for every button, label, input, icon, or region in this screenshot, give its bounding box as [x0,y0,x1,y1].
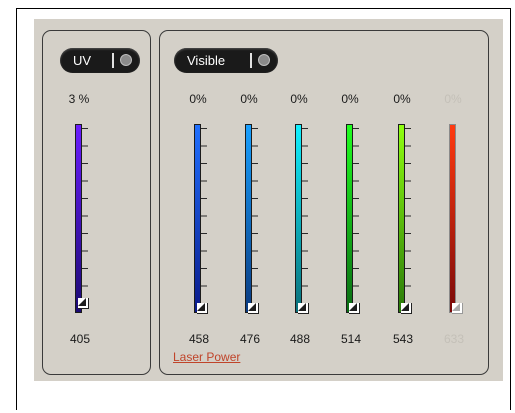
wavelength-label-488: 488 [289,332,311,346]
slider-handle-icon-633[interactable] [452,303,463,314]
slider-scale-ticks [82,128,88,313]
wavelength-label-476: 476 [239,332,261,346]
slider-handle-icon-458[interactable] [197,303,208,314]
uv-toggle-button[interactable]: UV [60,48,140,73]
wavelength-label-633: 633 [443,332,465,346]
power-slider-633[interactable] [449,124,456,313]
power-slider-405[interactable] [75,124,82,313]
power-value-514: 0% [341,92,359,106]
slider-scale-ticks [353,128,359,313]
visible-group [159,30,489,375]
power-value-633: 0% [444,92,462,106]
slider-scale-ticks [302,128,308,313]
power-slider-476[interactable] [245,124,252,313]
slider-handle-icon-476[interactable] [248,303,259,314]
wavelength-label-405: 405 [69,332,91,346]
power-value-405: 3 % [68,92,90,106]
power-value-476: 0% [240,92,258,106]
power-value-488: 0% [290,92,308,106]
laser-power-link[interactable]: Laser Power [173,350,240,364]
uv-group [42,30,151,375]
wavelength-label-514: 514 [340,332,362,346]
visible-toggle-button[interactable]: Visible [174,48,278,73]
power-slider-543[interactable] [398,124,405,313]
toggle-separator [112,53,114,68]
visible-toggle-label: Visible [187,53,226,68]
power-value-458: 0% [189,92,207,106]
slider-handle-icon-543[interactable] [401,303,412,314]
slider-handle-icon-514[interactable] [349,303,360,314]
wavelength-label-458: 458 [188,332,210,346]
slider-handle-icon-488[interactable] [298,303,309,314]
wavelength-label-543: 543 [392,332,414,346]
uv-toggle-label: UV [73,53,92,68]
power-slider-458[interactable] [194,124,201,313]
power-value-543: 0% [393,92,411,106]
toggle-separator [250,53,252,68]
slider-scale-ticks [252,128,258,313]
power-slider-488[interactable] [295,124,302,313]
slider-scale-ticks [405,128,411,313]
slider-scale-ticks [201,128,207,313]
toggle-indicator-icon [120,54,132,66]
toggle-indicator-icon [258,54,270,66]
slider-handle-icon-405[interactable] [78,297,89,309]
power-slider-514[interactable] [346,124,353,313]
